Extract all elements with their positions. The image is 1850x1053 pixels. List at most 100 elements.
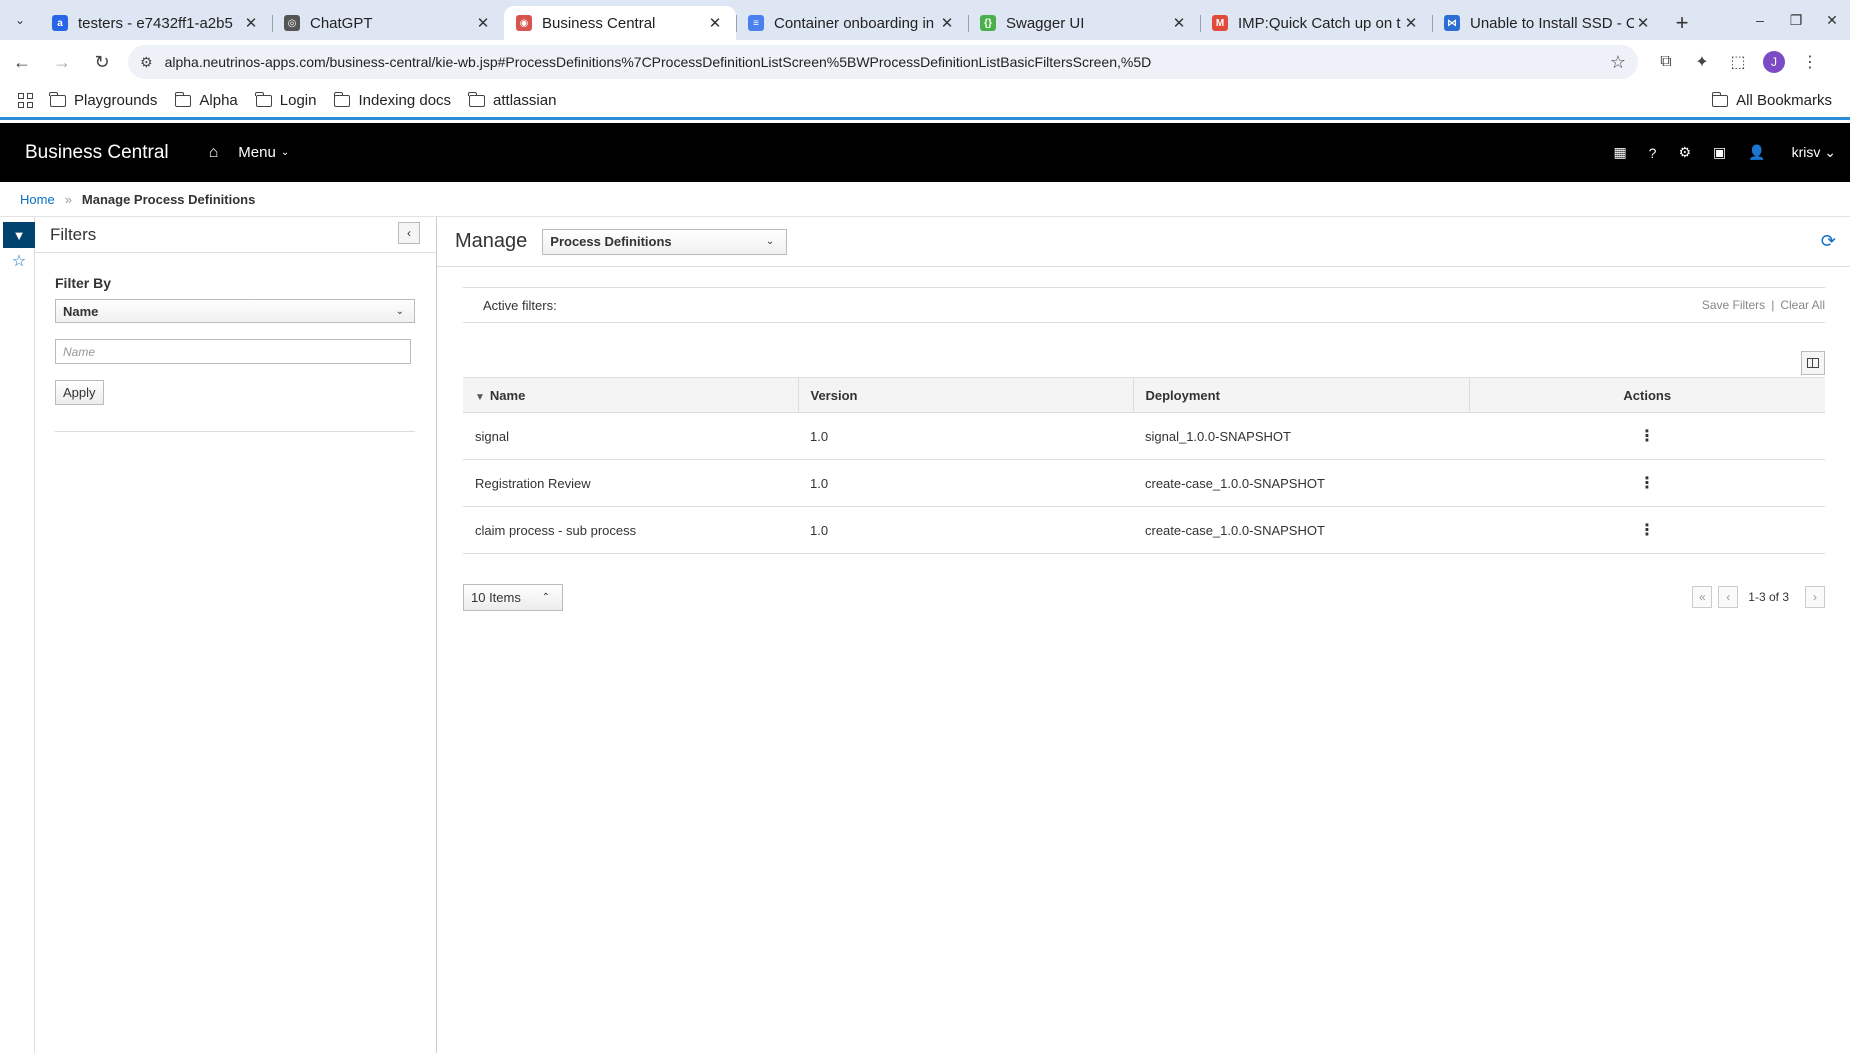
browser-tab[interactable]: {} Swagger UI ✕ <box>968 6 1200 40</box>
name-filter-input[interactable] <box>55 339 411 364</box>
column-header-version[interactable]: Version <box>798 377 1134 413</box>
filter-by-select[interactable]: Name ⌄ <box>55 299 415 323</box>
chevron-down-icon: ⌄ <box>765 236 775 247</box>
page-size-select[interactable]: 10 Items ⌃ <box>463 584 563 611</box>
browser-tab[interactable]: ⋈ Unable to Install SSD - C ✕ <box>1432 6 1664 40</box>
all-bookmarks-label: All Bookmarks <box>1736 92 1832 109</box>
site-settings-icon[interactable]: ⚙ <box>140 54 153 71</box>
next-page-button[interactable]: › <box>1805 586 1825 608</box>
filters-header: Filters ‹ <box>35 217 436 253</box>
manage-view-select[interactable]: Process Definitions ⌄ <box>542 228 788 255</box>
new-tab-button[interactable]: + <box>1664 6 1700 40</box>
table-row[interactable]: claim process - sub process 1.0 create-cas… <box>463 506 1825 554</box>
brand-title[interactable]: Business Central <box>25 142 169 164</box>
close-tab-icon[interactable]: ✕ <box>706 14 724 32</box>
filters-panel: Filters ‹ Filter By Name ⌄ Apply <box>35 217 437 1053</box>
close-tab-icon[interactable]: ✕ <box>1634 14 1652 32</box>
clear-all-link[interactable]: Clear All <box>1780 298 1825 312</box>
profile-avatar[interactable]: J <box>1756 44 1792 80</box>
browser-tab[interactable]: ◉ Business Central ✕ <box>504 6 736 40</box>
filter-funnel-icon[interactable]: ▼ <box>3 222 35 248</box>
extensions-menu-icon[interactable]: ⬚ <box>1720 44 1756 80</box>
cell-deployment: create-case_1.0.0-SNAPSHOT <box>1133 506 1469 554</box>
table-row[interactable]: signal 1.0 signal_1.0.0-SNAPSHOT ⋮ <box>463 412 1825 460</box>
apps-grid-icon[interactable] <box>18 92 34 109</box>
bookmark-folder[interactable]: Indexing docs <box>333 91 451 109</box>
row-actions-kebab-icon[interactable]: ⋮ <box>1469 506 1825 554</box>
tab-search-chevron-icon[interactable]: ⌄ <box>0 0 40 40</box>
browser-tab[interactable]: ◎ ChatGPT ✕ <box>272 6 504 40</box>
restore-icon[interactable]: ❐ <box>1778 0 1814 40</box>
first-page-button[interactable]: « <box>1692 586 1713 608</box>
filters-title: Filters <box>50 224 97 244</box>
bookmark-folder[interactable]: Playgrounds <box>49 91 157 109</box>
address-bar[interactable]: ⚙ alpha.neutrinos-apps.com/business-cent… <box>128 45 1638 79</box>
close-tab-icon[interactable]: ✕ <box>242 14 260 32</box>
collapse-panel-button[interactable]: ‹ <box>398 222 420 244</box>
browser-menu-icon[interactable]: ⋮ <box>1792 44 1828 80</box>
reload-button[interactable]: ↻ <box>84 44 120 80</box>
back-button[interactable]: ← <box>4 44 40 80</box>
column-header-deployment[interactable]: Deployment <box>1133 377 1470 413</box>
gear-icon[interactable]: ⚙ <box>1678 144 1691 161</box>
table-body: signal 1.0 signal_1.0.0-SNAPSHOT ⋮ Registrat… <box>463 412 1825 554</box>
bookmark-folder[interactable]: Alpha <box>174 91 238 109</box>
bookmark-folder[interactable]: attlassian <box>468 91 556 109</box>
manage-bar: Manage Process Definitions ⌄ ⟳ <box>437 217 1850 267</box>
tab-favicon-icon: ◉ <box>516 15 532 31</box>
close-tab-icon[interactable]: ✕ <box>1402 14 1420 32</box>
cell-name: signal <box>463 412 798 460</box>
extension-icon[interactable]: ⧉ <box>1648 44 1684 80</box>
close-tab-icon[interactable]: ✕ <box>474 14 492 32</box>
cell-deployment: create-case_1.0.0-SNAPSHOT <box>1133 459 1469 507</box>
extension-puzzle-icon[interactable]: ✦ <box>1684 44 1720 80</box>
pager-info: 1-3 of 3 <box>1748 590 1789 604</box>
forward-button[interactable]: → <box>44 44 80 80</box>
bookmark-star-icon[interactable]: ☆ <box>1610 52 1626 73</box>
minimize-icon[interactable]: – <box>1742 0 1778 40</box>
menu-button[interactable]: Menu ⌄ <box>238 144 289 161</box>
app-header: Business Central ⌂ Menu ⌄ ▦ ? ⚙ ▣ 👤 kris… <box>0 123 1850 182</box>
manage-label: Manage <box>455 230 528 252</box>
row-actions-kebab-icon[interactable]: ⋮ <box>1469 459 1825 507</box>
breadcrumb-home[interactable]: Home <box>20 192 55 207</box>
bookmark-folder[interactable]: Login <box>255 91 316 109</box>
cell-name: claim process - sub process <box>463 506 798 554</box>
table-header-row: ▼ Name Version Deployment Actions <box>463 377 1825 413</box>
home-icon[interactable]: ⌂ <box>209 144 219 162</box>
breadcrumb: Home » Manage Process Definitions <box>0 182 1850 217</box>
close-tab-icon[interactable]: ✕ <box>1170 14 1188 32</box>
bookmark-list: Playgrounds Alpha Login Indexing docs attlas… <box>49 91 574 109</box>
tab-title: Unable to Install SSD - C <box>1470 14 1634 32</box>
column-picker-button[interactable] <box>1801 351 1825 375</box>
browser-tab[interactable]: ≡ Container onboarding in ✕ <box>736 6 968 40</box>
separator: | <box>1771 298 1775 312</box>
apps-icon[interactable]: ▦ <box>1613 144 1626 161</box>
browser-tab[interactable]: M IMP:Quick Catch up on t ✕ <box>1200 6 1432 40</box>
chevron-down-icon: ⌄ <box>395 305 404 317</box>
url-text[interactable]: alpha.neutrinos-apps.com/business-centra… <box>165 54 1610 70</box>
refresh-icon[interactable]: ⟳ <box>1821 231 1836 252</box>
user-menu[interactable]: 👤 krisv ⌄ <box>1748 144 1836 161</box>
close-tab-icon[interactable]: ✕ <box>938 14 956 32</box>
prev-page-button[interactable]: ‹ <box>1718 586 1739 608</box>
saved-filters-star-icon[interactable]: ☆ <box>3 248 35 274</box>
browser-tab[interactable]: a testers - e7432ff1-a2b5 ✕ <box>40 6 272 40</box>
tab-title: Swagger UI <box>1006 14 1085 32</box>
help-icon[interactable]: ? <box>1649 145 1657 161</box>
apply-button[interactable]: Apply <box>55 380 104 405</box>
filter-actions: Save Filters | Clear All <box>1702 298 1825 312</box>
column-header-name[interactable]: ▼ Name <box>463 377 799 413</box>
all-bookmarks[interactable]: All Bookmarks <box>1711 91 1832 109</box>
header-actions: ▦ ? ⚙ ▣ 👤 krisv ⌄ <box>1591 123 1836 182</box>
tab-favicon-icon: ≡ <box>748 15 764 31</box>
table-row[interactable]: Registration Review 1.0 create-case_1.0.0-… <box>463 459 1825 507</box>
close-window-icon[interactable]: ✕ <box>1814 0 1850 40</box>
tasks-icon[interactable]: ▣ <box>1713 144 1726 161</box>
folder-icon <box>255 91 272 107</box>
save-filters-link[interactable]: Save Filters <box>1702 298 1765 312</box>
sort-desc-icon: ▼ <box>475 391 485 403</box>
cell-name: Registration Review <box>463 459 798 507</box>
breadcrumb-separator: » <box>64 191 72 207</box>
row-actions-kebab-icon[interactable]: ⋮ <box>1469 412 1825 460</box>
